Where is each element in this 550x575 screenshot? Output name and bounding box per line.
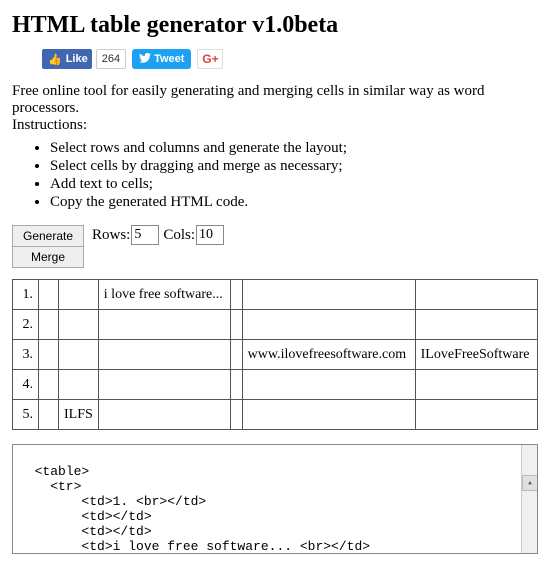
table-cell[interactable] [415, 280, 537, 310]
table-cell[interactable] [59, 370, 99, 400]
table-row[interactable]: 4. [13, 370, 538, 400]
instruction-item: Select rows and columns and generate the… [50, 140, 538, 157]
google-plus-button[interactable]: G+ [197, 49, 223, 69]
table-cell[interactable] [415, 310, 537, 340]
table-cell[interactable] [231, 340, 242, 370]
cols-label: Cols: [163, 227, 195, 244]
instructions-list: Select rows and columns and generate the… [12, 140, 538, 211]
table-row[interactable]: 2. [13, 310, 538, 340]
scrollbar[interactable]: ▴ [521, 445, 537, 553]
row-number-cell[interactable]: 3. [13, 340, 39, 370]
row-number-cell[interactable]: 4. [13, 370, 39, 400]
table-cell[interactable] [39, 280, 59, 310]
row-number-cell[interactable]: 5. [13, 400, 39, 430]
table-cell[interactable] [39, 340, 59, 370]
instruction-item: Add text to cells; [50, 176, 538, 193]
controls-row: Generate Merge Rows: Cols: [12, 225, 538, 267]
fb-like-label: Like [66, 53, 92, 65]
rows-label: Rows: [92, 227, 130, 244]
twitter-bird-icon [139, 53, 151, 66]
facebook-like-count: 264 [96, 49, 126, 69]
row-number-cell[interactable]: 2. [13, 310, 39, 340]
table-cell[interactable] [415, 370, 537, 400]
table-cell[interactable] [98, 310, 231, 340]
tweet-button[interactable]: Tweet [132, 49, 191, 69]
table-cell[interactable] [242, 400, 415, 430]
table-cell[interactable]: i love free software... [98, 280, 231, 310]
rows-input[interactable] [131, 225, 159, 245]
table-row[interactable]: 5. ILFS [13, 400, 538, 430]
table-cell[interactable] [59, 340, 99, 370]
table-cell[interactable] [231, 310, 242, 340]
table-row[interactable]: 3. www.ilovefreesoftware.comILoveFreeSoft… [13, 340, 538, 370]
table-cell[interactable] [98, 340, 231, 370]
table-cell[interactable] [242, 280, 415, 310]
table-cell[interactable] [98, 400, 231, 430]
table-cell[interactable]: ILoveFreeSoftware [415, 340, 537, 370]
cols-input[interactable] [196, 225, 224, 245]
table-cell[interactable] [231, 370, 242, 400]
code-output-box[interactable]: <table> <tr> <td>1. <br></td> <td></td> … [12, 444, 538, 554]
generate-button[interactable]: Generate [12, 225, 84, 247]
table-cell[interactable] [231, 280, 242, 310]
table-cell[interactable] [59, 310, 99, 340]
table-cell[interactable] [39, 370, 59, 400]
instruction-item: Select cells by dragging and merge as ne… [50, 158, 538, 175]
table-cell[interactable] [39, 400, 59, 430]
intro-text: Free online tool for easily generating a… [12, 83, 538, 134]
facebook-like-button[interactable]: 👍 Like [42, 49, 92, 69]
instruction-item: Copy the generated HTML code. [50, 194, 538, 211]
table-cell[interactable]: ILFS [59, 400, 99, 430]
table-cell[interactable] [231, 400, 242, 430]
social-buttons-row: 👍 Like 264 Tweet G+ [42, 49, 538, 69]
row-number-cell[interactable]: 1. [13, 280, 39, 310]
thumbs-up-icon: 👍 [42, 53, 66, 66]
table-cell[interactable]: www.ilovefreesoftware.com [242, 340, 415, 370]
tweet-label: Tweet [154, 53, 184, 65]
gplus-label: G+ [202, 52, 218, 66]
code-output-text: <table> <tr> <td>1. <br></td> <td></td> … [19, 464, 370, 554]
table-cell[interactable] [39, 310, 59, 340]
scroll-up-arrow-icon[interactable]: ▴ [522, 475, 538, 491]
generated-table[interactable]: 1. i love free software... 2.3. www.ilovefr… [12, 279, 538, 430]
table-cell[interactable] [59, 280, 99, 310]
table-cell[interactable] [242, 310, 415, 340]
table-cell[interactable] [98, 370, 231, 400]
merge-button[interactable]: Merge [12, 246, 84, 268]
table-cell[interactable] [415, 400, 537, 430]
page-title: HTML table generator v1.0beta [12, 12, 538, 39]
table-row[interactable]: 1. i love free software... [13, 280, 538, 310]
table-cell[interactable] [242, 370, 415, 400]
